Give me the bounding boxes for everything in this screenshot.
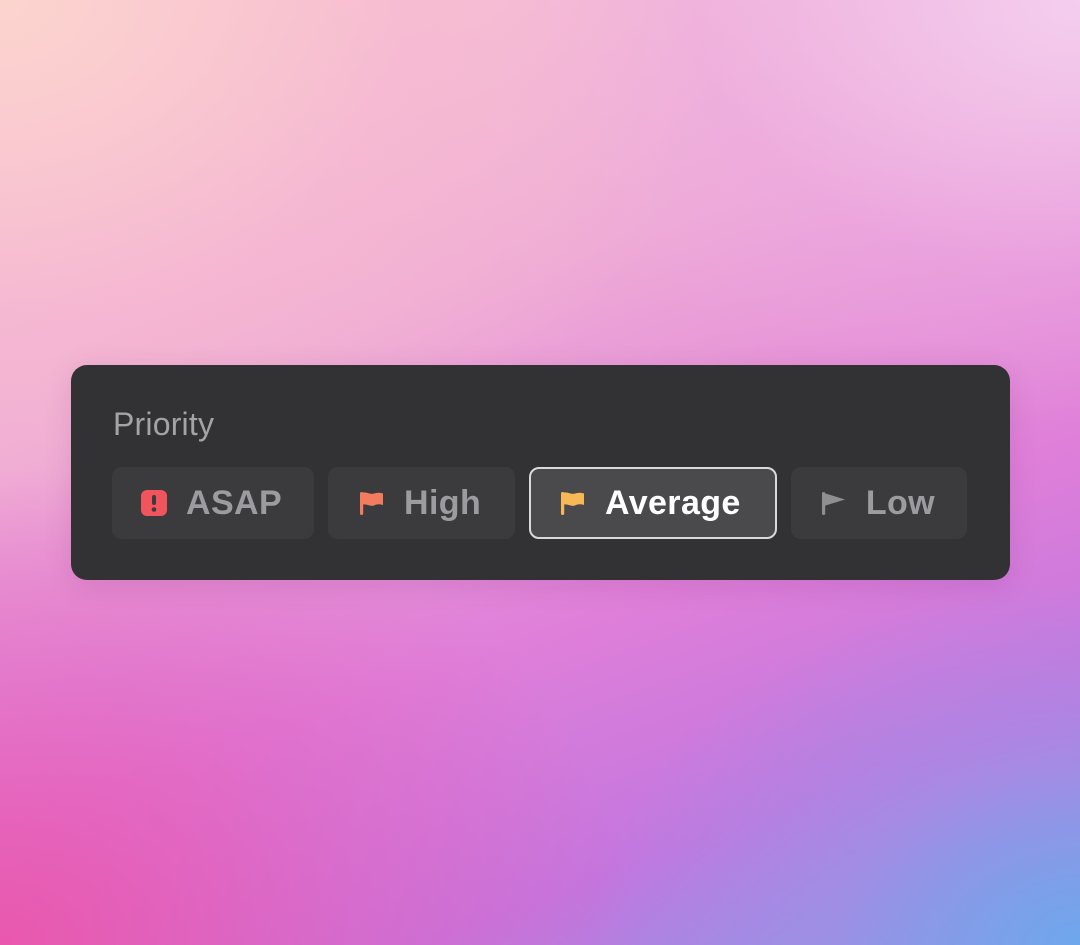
priority-title: Priority	[113, 406, 215, 442]
priority-option-asap[interactable]: ASAP	[112, 467, 314, 539]
priority-option-low[interactable]: Low	[791, 467, 967, 539]
priority-option-label: Low	[865, 484, 935, 522]
priority-options: ASAP High Average Low	[112, 467, 967, 539]
exclamation-badge-icon	[140, 488, 168, 518]
priority-option-label: High	[404, 484, 482, 522]
flag-icon	[557, 488, 587, 518]
page-background: { "panel": { "title": "Priority", "optio…	[0, 0, 1080, 945]
flag-icon	[819, 488, 848, 518]
priority-option-label: Average	[605, 484, 741, 522]
priority-option-average[interactable]: Average	[529, 467, 777, 539]
priority-panel: Priority ASAP High Average Low	[71, 365, 1010, 580]
priority-option-high[interactable]: High	[328, 467, 515, 539]
priority-option-label: ASAP	[186, 484, 283, 522]
flag-icon	[356, 488, 386, 518]
